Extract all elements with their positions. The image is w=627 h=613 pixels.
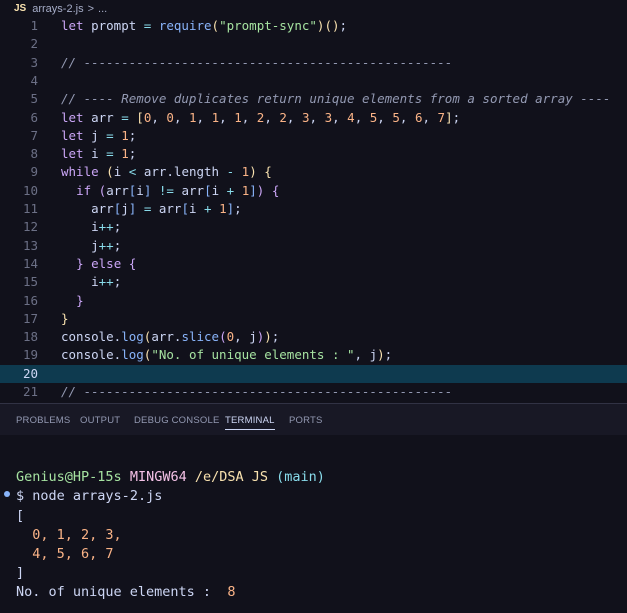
line-number: 16 bbox=[22, 292, 38, 308]
line-number: 13 bbox=[22, 237, 38, 253]
command-status-dot-icon bbox=[4, 491, 10, 497]
code-line[interactable]: 6 let arr = [0, 0, 1, 1, 1, 2, 2, 3, 3, 4… bbox=[0, 109, 627, 127]
terminal-output: ] bbox=[16, 565, 25, 581]
code-text: // -------------------------------------… bbox=[61, 384, 453, 399]
code-line[interactable]: 8 let i = 1; bbox=[0, 145, 627, 163]
code-line[interactable]: 1 let prompt = require("prompt-sync")(); bbox=[0, 17, 627, 35]
line-number: 8 bbox=[30, 146, 38, 162]
line-number: 14 bbox=[22, 255, 38, 271]
terminal-shell: MINGW64 bbox=[129, 469, 187, 485]
terminal-branch: (main) bbox=[276, 469, 325, 485]
code-line[interactable]: 14 } else { bbox=[0, 255, 627, 273]
code-line[interactable]: 12 i++; bbox=[0, 218, 627, 236]
code-text: // ---- Remove duplicates return unique … bbox=[61, 91, 611, 107]
line-number: 10 bbox=[22, 182, 38, 198]
line-number: 12 bbox=[22, 219, 38, 235]
code-line[interactable]: 17} bbox=[0, 310, 627, 328]
code-line[interactable]: 4 bbox=[0, 72, 627, 90]
code-line-active[interactable]: 20 bbox=[0, 364, 627, 383]
terminal-output: No. of unique elements : 8 bbox=[16, 583, 235, 602]
breadcrumb-file[interactable]: arrays-2.js bbox=[32, 3, 83, 15]
line-number: 6 bbox=[30, 109, 38, 125]
line-number: 9 bbox=[30, 164, 38, 180]
line-number: 11 bbox=[22, 201, 38, 216]
terminal-command-line: $ node arrays-2.js bbox=[16, 487, 162, 506]
line-number: 15 bbox=[22, 274, 38, 290]
code-line[interactable]: 10 if (arr[i] != arr[i + 1]) { bbox=[0, 182, 627, 200]
js-file-icon: JS bbox=[14, 3, 27, 14]
breadcrumb-ellipsis[interactable]: ... bbox=[98, 3, 107, 15]
code-text: } bbox=[61, 310, 69, 326]
breadcrumb-separator: > bbox=[87, 2, 95, 15]
tab-ports[interactable]: PORTS bbox=[289, 415, 323, 426]
code-text: i++; bbox=[61, 219, 122, 235]
tab-debug-console[interactable]: DEBUG CONSOLE bbox=[134, 415, 219, 426]
code-editor[interactable]: 1 let prompt = require("prompt-sync")(); … bbox=[0, 17, 627, 403]
terminal-output: 0, 1, 2, 3, bbox=[16, 527, 122, 543]
code-line[interactable]: 21 // -----------------------------------… bbox=[0, 383, 627, 401]
tab-output[interactable]: OUTPUT bbox=[80, 415, 120, 426]
code-text: j++; bbox=[61, 237, 122, 253]
code-line[interactable]: 18 console.log(arr.slice(0, j)); bbox=[0, 328, 627, 346]
line-number: 18 bbox=[22, 329, 38, 345]
line-number: 19 bbox=[22, 347, 38, 363]
terminal-command: node arrays-2.js bbox=[32, 488, 163, 504]
code-line[interactable]: 7 let j = 1; bbox=[0, 127, 627, 145]
code-line[interactable]: 11 arr[j] = arr[i + 1]; bbox=[0, 200, 627, 218]
code-line[interactable]: 13 j++; bbox=[0, 237, 627, 255]
code-text: } bbox=[76, 292, 84, 308]
line-number: 5 bbox=[30, 91, 38, 107]
code-line[interactable]: 19 console.log("No. of unique elements : … bbox=[0, 346, 627, 364]
line-number: 7 bbox=[30, 127, 38, 143]
tab-terminal[interactable]: TERMINAL bbox=[225, 415, 275, 430]
code-text: i++; bbox=[61, 274, 122, 290]
terminal[interactable]: Genius@HP-15s MINGW64 /e/DSA JS (main) $… bbox=[0, 435, 627, 613]
terminal-user-host: Genius@HP-15s bbox=[16, 469, 122, 485]
code-text: let j = 1; bbox=[61, 127, 137, 143]
code-text: // -------------------------------------… bbox=[61, 54, 453, 70]
code-line[interactable]: 16 } bbox=[0, 292, 627, 310]
line-number: 20 bbox=[22, 365, 38, 381]
code-text: console.log("No. of unique elements : ",… bbox=[61, 347, 393, 363]
code-text: console.log(arr.slice(0, j)); bbox=[61, 329, 280, 345]
code-line[interactable]: 15 i++; bbox=[0, 273, 627, 291]
terminal-path: /e/DSA JS bbox=[194, 469, 269, 485]
code-text: } else { bbox=[76, 255, 137, 271]
code-text: let arr = [0, 0, 1, 1, 1, 2, 2, 3, 3, 4,… bbox=[61, 109, 461, 125]
line-number: 21 bbox=[22, 384, 38, 399]
terminal-prompt-symbol: $ bbox=[16, 488, 25, 504]
code-line[interactable]: 2 bbox=[0, 35, 627, 53]
code-text: while (i < arr.length - 1) { bbox=[61, 164, 272, 180]
code-line[interactable]: 9 while (i < arr.length - 1) { bbox=[0, 163, 627, 181]
tab-problems[interactable]: PROBLEMS bbox=[16, 415, 70, 426]
code-line[interactable]: 5 // ---- Remove duplicates return unique… bbox=[0, 90, 627, 108]
unique-label: No. of unique elements : bbox=[16, 584, 212, 600]
panel-tab-bar: PROBLEMS OUTPUT DEBUG CONSOLE TERMINAL P… bbox=[0, 403, 627, 435]
unique-value: 8 bbox=[227, 584, 236, 600]
code-text: arr[j] = arr[i + 1]; bbox=[61, 201, 242, 216]
line-number: 2 bbox=[30, 36, 38, 52]
line-number: 3 bbox=[30, 54, 38, 70]
code-text: if (arr[i] != arr[i + 1]) { bbox=[76, 182, 280, 198]
line-number: 17 bbox=[22, 310, 38, 326]
terminal-output: [ bbox=[16, 508, 25, 524]
line-number: 4 bbox=[30, 72, 38, 88]
terminal-prompt-line: Genius@HP-15s MINGW64 /e/DSA JS (main) bbox=[16, 468, 325, 487]
code-line[interactable]: 3 // ------------------------------------… bbox=[0, 54, 627, 72]
breadcrumb[interactable]: JS arrays-2.js > ... bbox=[0, 0, 627, 17]
code-text: let prompt = require("prompt-sync")(); bbox=[61, 18, 348, 33]
code-text: let i = 1; bbox=[61, 146, 137, 162]
terminal-output: 4, 5, 6, 7 bbox=[16, 546, 114, 562]
line-number: 1 bbox=[30, 18, 38, 33]
